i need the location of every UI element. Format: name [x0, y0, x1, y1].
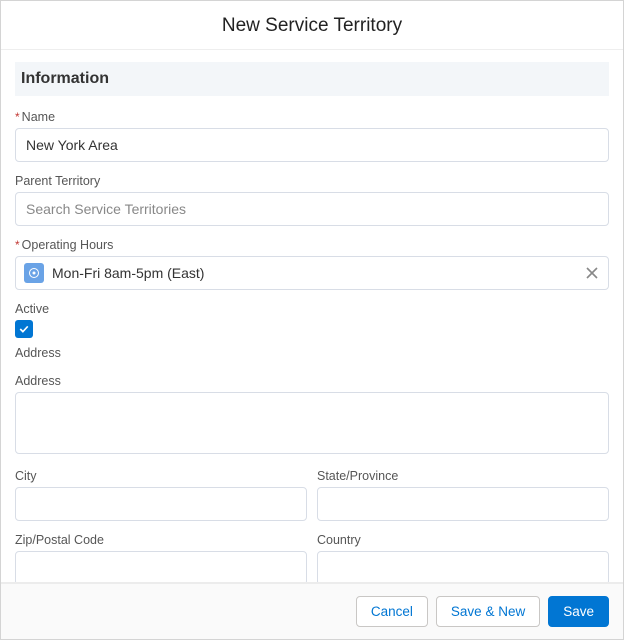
active-label: Active: [15, 302, 609, 316]
active-checkbox[interactable]: [15, 320, 33, 338]
field-zip: Zip/Postal Code: [15, 533, 307, 582]
section-title: Information: [21, 70, 603, 88]
name-label: *Name: [15, 110, 609, 124]
zip-input[interactable]: [15, 551, 307, 582]
field-operating-hours: *Operating Hours Mon-Fri 8am-5pm (East): [15, 238, 609, 290]
modal-title: New Service Territory: [1, 15, 623, 37]
field-active: Active: [15, 302, 609, 338]
save-button[interactable]: Save: [548, 596, 609, 627]
modal-body: Information *Name Parent Territory *Oper…: [1, 50, 623, 582]
address-input[interactable]: [15, 392, 609, 454]
country-label: Country: [317, 533, 609, 547]
zip-label: Zip/Postal Code: [15, 533, 307, 547]
required-mark: *: [15, 238, 20, 252]
address-section-label: Address: [15, 346, 609, 360]
country-input[interactable]: [317, 551, 609, 582]
parent-territory-input[interactable]: [15, 192, 609, 226]
field-country: Country: [317, 533, 609, 582]
new-service-territory-modal: New Service Territory Information *Name …: [0, 0, 624, 640]
save-and-new-button[interactable]: Save & New: [436, 596, 540, 627]
parent-label: Parent Territory: [15, 174, 609, 188]
close-icon[interactable]: [584, 265, 600, 281]
row-city-state: City State/Province: [15, 469, 609, 533]
hours-label-text: Operating Hours: [22, 238, 114, 252]
operating-hours-icon: [24, 263, 44, 283]
cancel-button[interactable]: Cancel: [356, 596, 428, 627]
required-mark: *: [15, 110, 20, 124]
field-parent-territory: Parent Territory: [15, 174, 609, 226]
name-input[interactable]: [15, 128, 609, 162]
name-label-text: Name: [22, 110, 55, 124]
hours-lookup[interactable]: Mon-Fri 8am-5pm (East): [15, 256, 609, 290]
field-city: City: [15, 469, 307, 521]
hours-selected: Mon-Fri 8am-5pm (East): [52, 265, 576, 281]
hours-label: *Operating Hours: [15, 238, 609, 252]
field-name: *Name: [15, 110, 609, 162]
city-label: City: [15, 469, 307, 483]
state-input[interactable]: [317, 487, 609, 521]
field-address: Address: [15, 374, 609, 457]
state-label: State/Province: [317, 469, 609, 483]
field-state: State/Province: [317, 469, 609, 521]
city-input[interactable]: [15, 487, 307, 521]
row-zip-country: Zip/Postal Code Country: [15, 533, 609, 582]
modal-footer: Cancel Save & New Save: [1, 582, 623, 639]
section-information: Information: [15, 62, 609, 96]
address-label: Address: [15, 374, 609, 388]
modal-header: New Service Territory: [1, 1, 623, 50]
